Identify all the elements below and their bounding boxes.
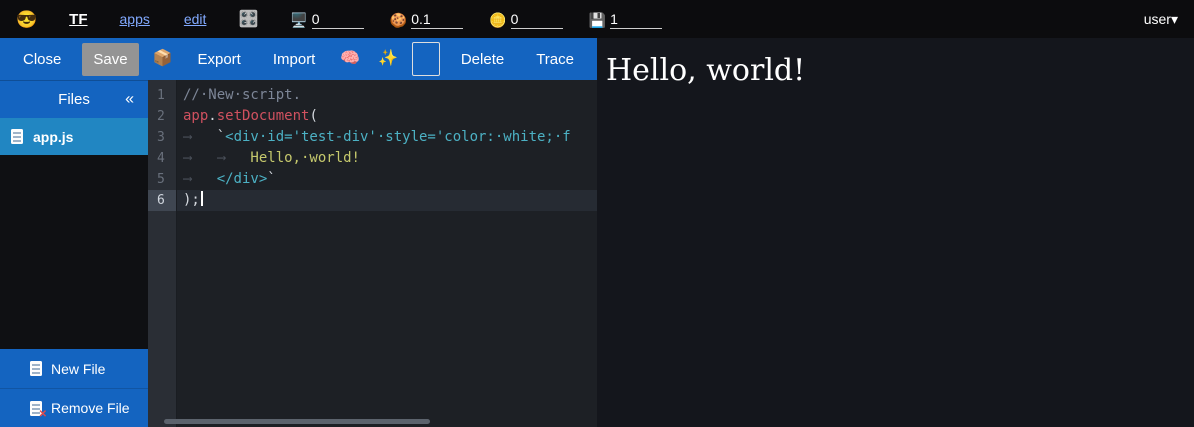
- new-file-icon: [30, 361, 42, 376]
- code-line: //·New·script.: [177, 85, 597, 106]
- file-name: app.js: [33, 129, 73, 145]
- code-line: ⟶⟶Hello,·world!: [177, 148, 597, 169]
- sparkles-button[interactable]: ✨: [374, 42, 402, 76]
- new-file-button[interactable]: New File: [0, 349, 148, 388]
- topbar-nav: apps edit: [120, 11, 207, 27]
- remove-file-button[interactable]: Remove File: [0, 388, 148, 427]
- nav-link-apps[interactable]: apps: [120, 11, 150, 27]
- stat-cookie-value[interactable]: 0.1: [411, 10, 463, 29]
- file-icon: [11, 129, 23, 144]
- app-root: 😎 TF appsedit 🎛️ 🖥️0🍪0.1🪙0💾1 user▾ Close…: [0, 0, 1194, 427]
- files-sidebar: Files « app.js New File Remove File: [0, 80, 148, 427]
- code-token: ⟶: [183, 148, 217, 169]
- code-line: ⟶</div>`: [177, 169, 597, 190]
- text-cursor: [201, 191, 203, 206]
- coin-icon: 🪙: [489, 12, 506, 29]
- export-button[interactable]: Export: [186, 43, 251, 76]
- preview-output-text: Hello, world!: [606, 54, 1184, 89]
- code-token: `: [217, 129, 225, 145]
- action-label: Remove File: [51, 400, 130, 416]
- control-knobs-icon[interactable]: 🎛️: [238, 9, 258, 29]
- code-editor[interactable]: 123456 //·New·script.app.setDocument(⟶`<…: [148, 80, 597, 427]
- line-number: 5: [148, 169, 176, 190]
- stat-cookie: 🍪0.1: [390, 10, 463, 29]
- topbar-stats: 🖥️0🍪0.1🪙0💾1: [290, 10, 662, 29]
- cookie-icon: 🍪: [390, 12, 407, 29]
- content: Close Save 📦 Export Import 🧠 ✨ Delete Trace File…: [0, 38, 1194, 427]
- code-line: app.setDocument(: [177, 106, 597, 127]
- code-token: setDocument: [217, 108, 310, 124]
- code-token: app: [183, 108, 208, 124]
- code-token: );: [183, 192, 200, 208]
- code-token: .: [208, 108, 216, 124]
- code-token: ⟶: [183, 169, 217, 190]
- blank-button[interactable]: [412, 42, 440, 76]
- file-list: app.js: [0, 118, 148, 155]
- code-token: Hello,·world!: [250, 150, 360, 166]
- remove-file-icon: [30, 401, 42, 416]
- files-title: Files: [58, 91, 90, 108]
- line-number: 3: [148, 127, 176, 148]
- code-token: ⟶: [183, 127, 217, 148]
- line-number: 1: [148, 85, 176, 106]
- import-button[interactable]: Import: [262, 43, 327, 76]
- code-line: ⟶`<div·id='test-div'·style='color:·white…: [177, 127, 597, 148]
- stat-floppy-value[interactable]: 1: [610, 10, 662, 29]
- close-button[interactable]: Close: [12, 43, 72, 76]
- app-logo-emoji[interactable]: 😎: [16, 11, 37, 28]
- brand-link[interactable]: TF: [69, 11, 87, 28]
- stat-monitor: 🖥️ 0: [290, 10, 363, 29]
- code-token: //·New·script.: [183, 87, 301, 103]
- nav-link-edit[interactable]: edit: [184, 11, 207, 27]
- floppy-icon: 💾: [589, 12, 606, 29]
- editor-hscrollbar-thumb[interactable]: [164, 419, 430, 424]
- brain-button[interactable]: 🧠: [336, 42, 364, 76]
- code-token: ⟶: [217, 148, 251, 169]
- workspace: Files « app.js New File Remove File 12345…: [0, 80, 597, 427]
- monitor-icon: 🖥️: [290, 12, 307, 29]
- stat-floppy: 💾1: [589, 10, 662, 29]
- toolbar: Close Save 📦 Export Import 🧠 ✨ Delete Trace: [0, 38, 597, 80]
- delete-button[interactable]: Delete: [450, 43, 515, 76]
- editor-lines[interactable]: //·New·script.app.setDocument(⟶`<div·id=…: [177, 80, 597, 427]
- line-number: 2: [148, 106, 176, 127]
- topbar: 😎 TF appsedit 🎛️ 🖥️0🍪0.1🪙0💾1 user▾: [0, 0, 1194, 38]
- file-actions: New File Remove File: [0, 349, 148, 427]
- line-number: 6: [148, 190, 176, 211]
- action-label: New File: [51, 361, 105, 377]
- preview-pane: Hello, world!: [597, 38, 1194, 427]
- code-token: <div·id='test-div'·style='color:·white;·…: [225, 129, 571, 145]
- files-header: Files «: [0, 80, 148, 118]
- editor-panel: Close Save 📦 Export Import 🧠 ✨ Delete Trace File…: [0, 38, 597, 427]
- code-line: );: [177, 190, 597, 211]
- trace-button[interactable]: Trace: [525, 43, 585, 76]
- sidebar-empty-space: [0, 155, 148, 349]
- save-button[interactable]: Save: [82, 43, 138, 76]
- stat-coin-value[interactable]: 0: [511, 10, 563, 29]
- code-token: `: [267, 171, 275, 187]
- stat-monitor-value[interactable]: 0: [312, 10, 364, 29]
- user-menu[interactable]: user▾: [1144, 11, 1178, 28]
- line-number: 4: [148, 148, 176, 169]
- editor-gutter: 123456: [148, 80, 177, 427]
- code-token: </div>: [217, 171, 268, 187]
- collapse-sidebar-button[interactable]: «: [125, 90, 134, 108]
- file-item-app.js[interactable]: app.js: [0, 118, 148, 155]
- stat-coin: 🪙0: [489, 10, 562, 29]
- package-button[interactable]: 📦: [149, 42, 177, 76]
- code-token: (: [309, 108, 317, 124]
